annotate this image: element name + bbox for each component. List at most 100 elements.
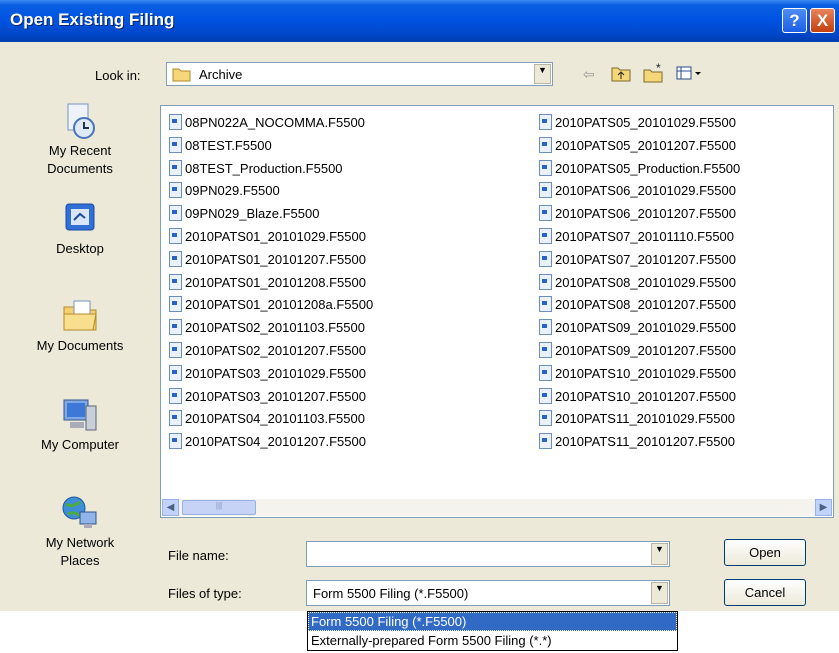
file-icon [169, 364, 182, 381]
file-item[interactable]: 2010PATS01_20101029.F5500 [169, 226, 373, 249]
file-item[interactable]: 2010PATS11_20101029.F5500 [539, 408, 740, 431]
place-label: My Network [45, 535, 115, 550]
files-of-type-select[interactable]: Form 5500 Filing (*.F5500) ▼ [306, 580, 670, 606]
file-item[interactable]: 2010PATS02_20101207.F5500 [169, 340, 373, 363]
file-item[interactable]: 2010PATS05_20101207.F5500 [539, 135, 740, 158]
file-item[interactable]: 2010PATS08_20101207.F5500 [539, 294, 740, 317]
file-item[interactable]: 2010PATS01_20101208a.F5500 [169, 294, 373, 317]
place-network[interactable]: My Network Places [10, 494, 150, 570]
file-name: 2010PATS10_20101029.F5500 [555, 365, 736, 381]
file-name: 08TEST_Production.F5500 [185, 160, 343, 176]
chevron-down-icon[interactable]: ▼ [651, 582, 668, 604]
file-name-input[interactable]: ▼ [306, 541, 670, 567]
file-item[interactable]: 2010PATS03_20101207.F5500 [169, 386, 373, 409]
file-name-label: File name: [168, 548, 229, 563]
file-name: 2010PATS11_20101207.F5500 [555, 434, 735, 450]
file-item[interactable]: 08TEST.F5500 [169, 135, 373, 158]
place-desktop[interactable]: Desktop [10, 200, 150, 258]
file-item[interactable]: 2010PATS07_20101207.F5500 [539, 249, 740, 272]
file-item[interactable]: 2010PATS01_20101207.F5500 [169, 249, 373, 272]
scroll-thumb[interactable]: ||| [182, 500, 256, 515]
horizontal-scrollbar[interactable]: ◀ ||| ▶ [162, 499, 832, 516]
close-button[interactable]: X [810, 8, 835, 33]
file-item[interactable]: 09PN029.F5500 [169, 180, 373, 203]
file-item[interactable]: 08TEST_Production.F5500 [169, 158, 373, 181]
recent-documents-icon [67, 103, 95, 139]
open-button[interactable]: Open [724, 539, 806, 566]
file-item[interactable]: 2010PATS11_20101207.F5500 [539, 431, 740, 454]
file-item[interactable]: 08PN022A_NOCOMMA.F5500 [169, 112, 373, 135]
new-folder-icon[interactable]: * [642, 63, 666, 83]
file-name: 2010PATS04_20101207.F5500 [185, 434, 366, 450]
file-icon [169, 227, 182, 244]
dropdown-option[interactable]: Form 5500 Filing (*.F5500) [308, 612, 677, 631]
file-icon [539, 387, 552, 404]
look-in-label: Look in: [95, 68, 141, 83]
file-icon [539, 205, 552, 222]
file-name: 2010PATS02_20101207.F5500 [185, 342, 366, 358]
file-item[interactable]: 2010PATS09_20101207.F5500 [539, 340, 740, 363]
file-item[interactable]: 2010PATS03_20101029.F5500 [169, 363, 373, 386]
file-item[interactable]: 2010PATS04_20101207.F5500 [169, 431, 373, 454]
network-places-icon [62, 496, 97, 528]
file-name: 2010PATS09_20101029.F5500 [555, 320, 736, 336]
file-icon [539, 410, 552, 427]
files-of-type-label: Files of type: [168, 586, 242, 601]
file-item[interactable]: 2010PATS10_20101029.F5500 [539, 363, 740, 386]
file-name: 2010PATS05_Production.F5500 [555, 160, 741, 176]
file-icon [539, 114, 552, 130]
file-name: 2010PATS01_20101208a.F5500 [185, 297, 374, 313]
chevron-down-icon[interactable]: ▼ [651, 543, 668, 565]
file-item[interactable]: 09PN029_Blaze.F5500 [169, 203, 373, 226]
file-icon [169, 250, 182, 267]
file-name: 08TEST.F5500 [185, 137, 272, 153]
file-icon [169, 296, 182, 313]
view-menu-icon[interactable] [675, 63, 703, 83]
file-item[interactable]: 2010PATS08_20101029.F5500 [539, 272, 740, 295]
file-icon [169, 159, 182, 176]
file-icon [169, 182, 182, 199]
file-item[interactable]: 2010PATS06_20101207.F5500 [539, 203, 740, 226]
file-item[interactable]: 2010PATS05_Production.F5500 [539, 158, 740, 181]
scroll-right-icon[interactable]: ▶ [815, 499, 832, 516]
file-name: 2010PATS08_20101207.F5500 [555, 297, 736, 313]
dialog-title: Open Existing Filing [10, 10, 175, 29]
file-icon [539, 250, 552, 267]
file-item[interactable]: 2010PATS02_20101103.F5500 [169, 317, 373, 340]
file-item[interactable]: 2010PATS04_20101103.F5500 [169, 408, 373, 431]
file-item[interactable]: 2010PATS05_20101029.F5500 [539, 112, 740, 135]
file-item[interactable]: 2010PATS07_20101110.F5500 [539, 226, 740, 249]
file-name: 2010PATS04_20101103.F5500 [185, 411, 365, 427]
place-my-computer[interactable]: My Computer [10, 396, 150, 454]
help-button[interactable]: ? [782, 8, 807, 33]
files-of-type-dropdown[interactable]: Form 5500 Filing (*.F5500) Externally-pr… [307, 611, 678, 651]
up-folder-icon[interactable] [610, 63, 632, 83]
dropdown-option[interactable]: Externally-prepared Form 5500 Filing (*.… [308, 631, 677, 650]
place-recent[interactable]: My Recent Documents [10, 102, 150, 178]
file-name: 2010PATS05_20101207.F5500 [555, 137, 736, 153]
file-item[interactable]: 2010PATS09_20101029.F5500 [539, 317, 740, 340]
desktop-icon [65, 203, 95, 231]
file-item[interactable]: 2010PATS06_20101029.F5500 [539, 180, 740, 203]
file-name: 2010PATS07_20101207.F5500 [555, 251, 736, 267]
back-icon[interactable]: ⇦ [583, 66, 595, 83]
files-of-type-value: Form 5500 Filing (*.F5500) [313, 586, 469, 601]
svg-text:*: * [656, 63, 661, 75]
look-in-select[interactable]: Archive ▼ [166, 62, 553, 86]
chevron-down-icon[interactable]: ▼ [534, 64, 551, 84]
file-icon [169, 387, 182, 404]
file-name: 2010PATS05_20101029.F5500 [555, 115, 736, 130]
file-list[interactable]: 08PN022A_NOCOMMA.F5500 08TEST.F5500 08TEST… [160, 105, 834, 518]
cancel-button[interactable]: Cancel [724, 579, 806, 606]
file-name: 2010PATS03_20101207.F5500 [185, 388, 366, 404]
file-item[interactable]: 2010PATS10_20101207.F5500 [539, 386, 740, 409]
file-icon [539, 182, 552, 199]
file-icon [539, 364, 552, 381]
file-item[interactable]: 2010PATS01_20101208.F5500 [169, 272, 373, 295]
file-name: 2010PATS01_20101208.F5500 [185, 274, 366, 290]
folder-icon [172, 68, 191, 82]
file-icon [539, 136, 552, 153]
scroll-left-icon[interactable]: ◀ [162, 499, 179, 516]
place-label: Places [60, 553, 100, 568]
place-my-documents[interactable]: My Documents [10, 297, 150, 355]
